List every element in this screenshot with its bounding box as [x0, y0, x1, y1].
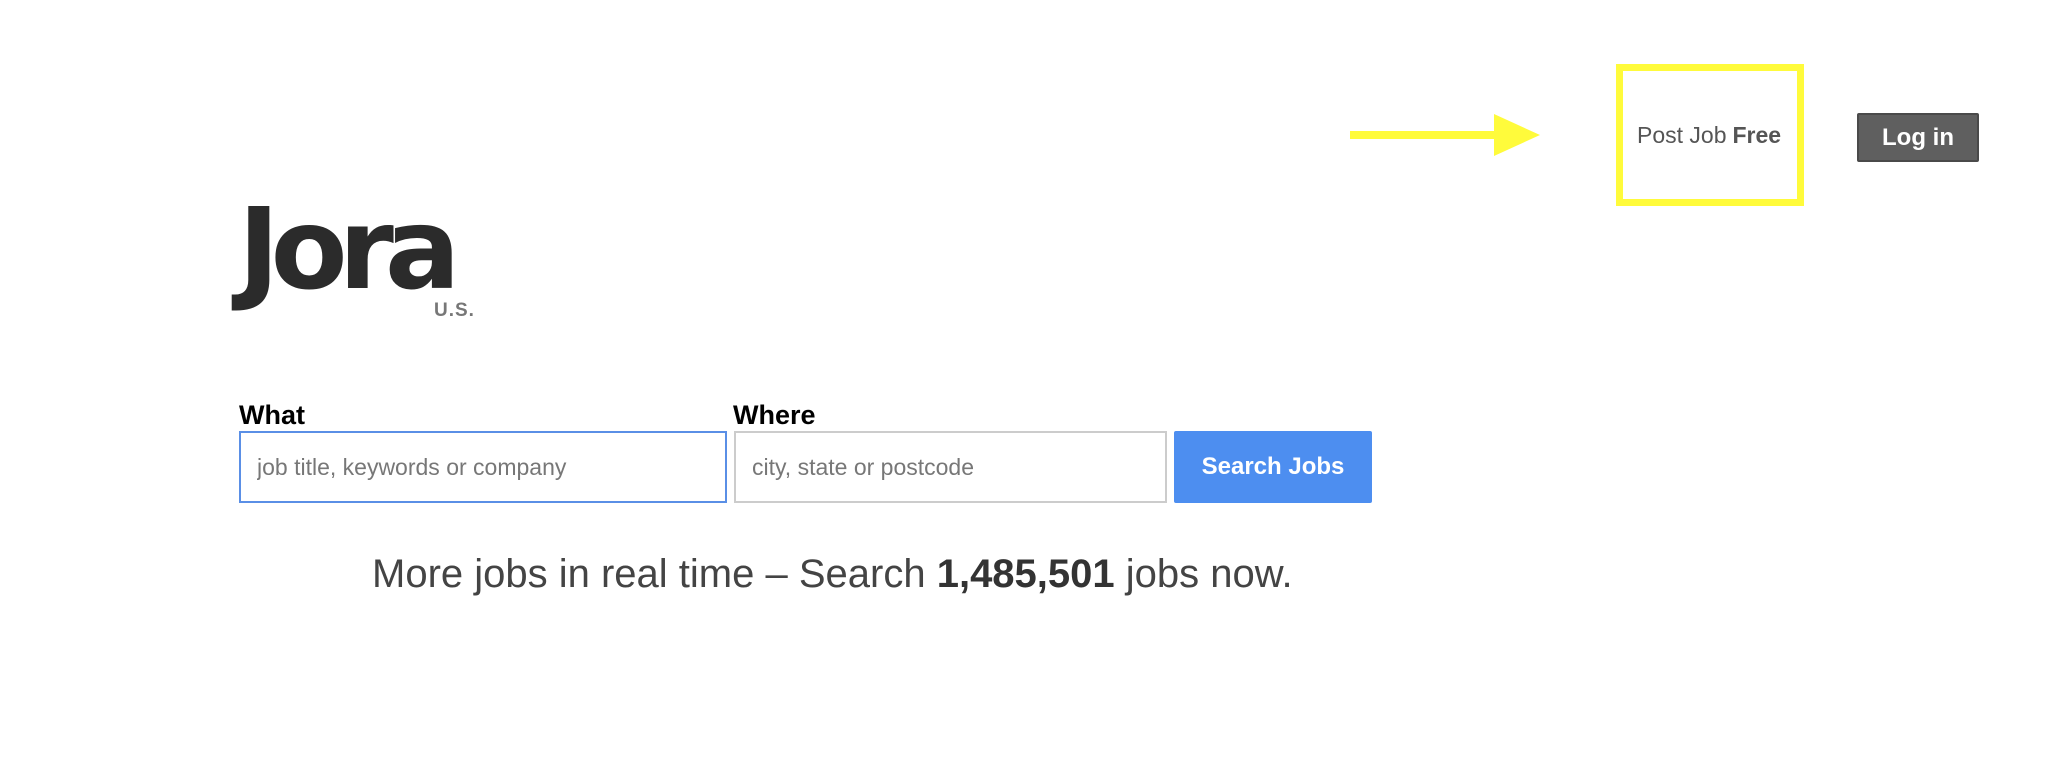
jora-homepage: Post JobFree Log in Jora U.S. What Where…: [0, 0, 2048, 761]
what-label: What: [239, 400, 305, 430]
tagline: More jobs in real time – Search 1,485,50…: [372, 552, 1293, 597]
arrow-right-icon: [1350, 114, 1540, 156]
tagline-suffix: jobs now.: [1125, 552, 1293, 596]
post-job-free-emphasis: Free: [1732, 122, 1782, 148]
where-search-input[interactable]: [734, 431, 1167, 503]
logo-region-label: U.S.: [434, 300, 475, 321]
post-job-free-link[interactable]: Post Job Free: [1637, 122, 1781, 149]
where-label: Where: [733, 400, 816, 430]
search-jobs-button[interactable]: Search Jobs: [1174, 431, 1372, 503]
jora-logo[interactable]: Jora U.S.: [238, 185, 474, 321]
post-job-label: Post Job: [1637, 122, 1727, 148]
logo-wordmark: Jora: [238, 185, 460, 315]
what-search-input[interactable]: [239, 431, 727, 503]
tagline-prefix: More jobs in real time – Search: [372, 552, 926, 596]
login-button[interactable]: Log in: [1857, 113, 1979, 162]
job-count: 1,485,501: [936, 552, 1115, 596]
